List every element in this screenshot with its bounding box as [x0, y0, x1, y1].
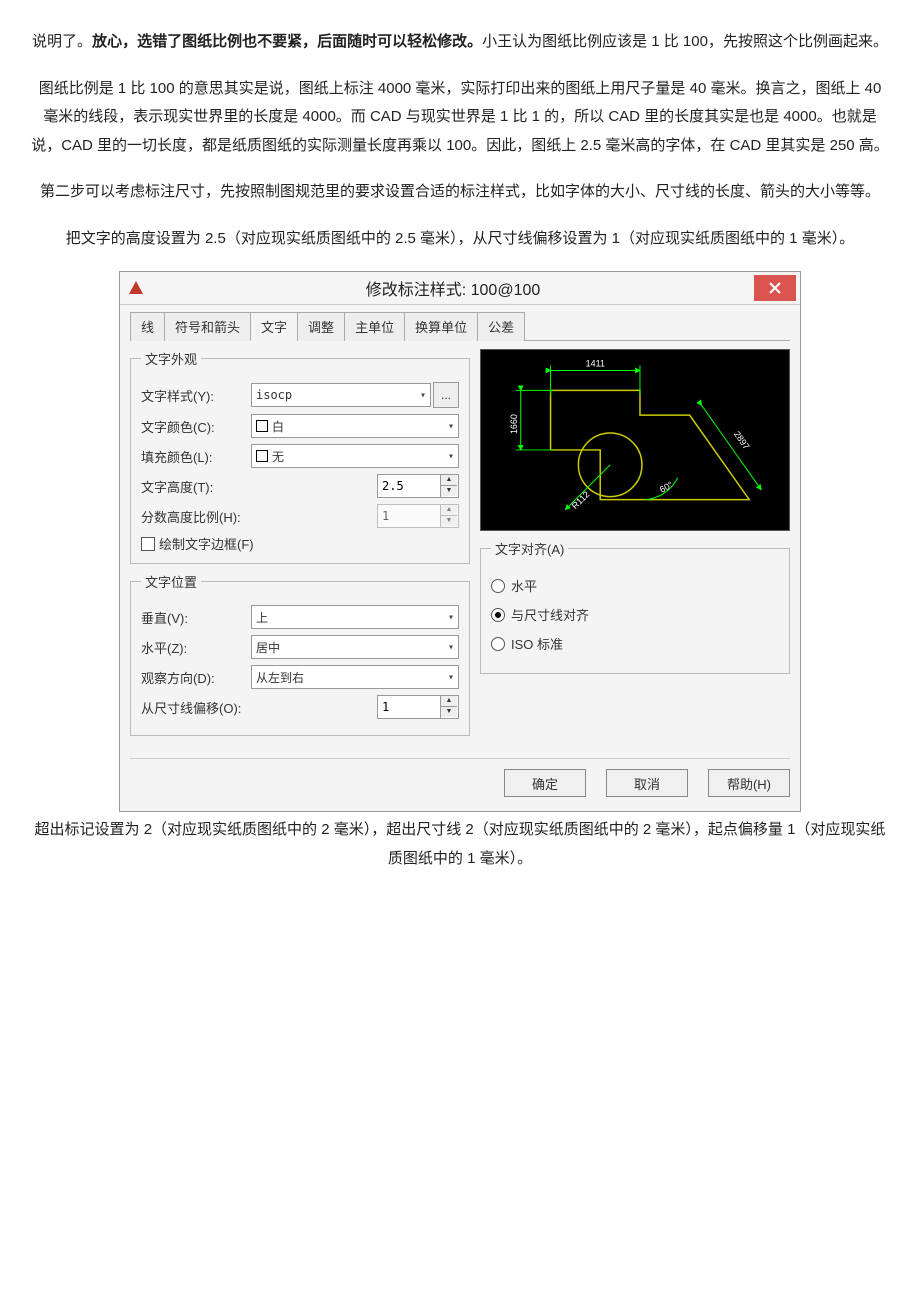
radio-aligned[interactable]: 与尺寸线对齐	[491, 605, 779, 624]
chevron-down-icon: ▾	[448, 642, 454, 653]
legend-appearance: 文字外观	[141, 349, 201, 368]
label-text-height: 文字高度(T):	[141, 477, 251, 496]
label-offset: 从尺寸线偏移(O):	[141, 698, 271, 717]
tab-strip: 线 符号和箭头 文字 调整 主单位 换算单位 公差	[130, 311, 790, 341]
group-text-align: 文字对齐(A) 水平 与尺寸线对齐 ISO 标准	[480, 539, 790, 674]
label-view-dir: 观察方向(D):	[141, 668, 251, 687]
paragraph-1: 说明了。放心，选错了图纸比例也不要紧，后面随时可以轻松修改。小王认为图纸比例应该…	[30, 28, 890, 57]
dimstyle-dialog: 修改标注样式: 100@100 线 符号和箭头 文字 调整 主单位 换算单位 公…	[119, 271, 801, 812]
label-frac-scale: 分数高度比例(H):	[141, 507, 271, 526]
combo-text-color[interactable]: 白 ▾	[251, 414, 459, 438]
color-swatch-icon	[256, 450, 268, 462]
label-text-style: 文字样式(Y):	[141, 386, 251, 405]
radio-icon	[491, 637, 505, 651]
label-vertical: 垂直(V):	[141, 608, 251, 627]
legend-align: 文字对齐(A)	[491, 539, 568, 558]
combo-fill-color[interactable]: 无 ▾	[251, 444, 459, 468]
p1-bold: 放心，选错了图纸比例也不要紧，后面随时可以轻松修改。	[92, 33, 482, 50]
combo-view-dir-value: 从左到右	[256, 669, 304, 686]
combo-fill-color-value: 无	[272, 448, 284, 465]
dim-top: 1411	[586, 358, 605, 368]
spin-up-icon[interactable]: ▲	[441, 505, 457, 516]
paragraph-3: 第二步可以考虑标注尺寸，先按照制图规范里的要求设置合适的标注样式，比如字体的大小…	[30, 178, 890, 207]
tab-line[interactable]: 线	[130, 312, 165, 341]
tab-text[interactable]: 文字	[250, 312, 298, 341]
combo-view-dir[interactable]: 从左到右 ▾	[251, 665, 459, 689]
combo-vertical-value: 上	[256, 609, 268, 626]
spin-down-icon[interactable]: ▼	[441, 516, 457, 526]
cancel-button[interactable]: 取消	[606, 769, 688, 797]
text-style-browse-button[interactable]: ...	[433, 382, 459, 408]
group-text-appearance: 文字外观 文字样式(Y): isocp ▾ ... 文字颜色(C):	[130, 349, 470, 564]
group-text-position: 文字位置 垂直(V): 上 ▾ 水平(Z):	[130, 572, 470, 736]
radio-aligned-label: 与尺寸线对齐	[511, 605, 589, 624]
radio-icon	[491, 608, 505, 622]
spin-offset[interactable]: ▲▼	[377, 695, 459, 719]
dialog-button-row: 确定 取消 帮助(H)	[130, 758, 790, 797]
radio-icon	[491, 579, 505, 593]
p1-prefix: 说明了。	[32, 33, 92, 50]
tab-main-unit[interactable]: 主单位	[344, 312, 405, 341]
chevron-down-icon: ▾	[420, 390, 426, 401]
checkbox-draw-frame-label: 绘制文字边框(F)	[159, 534, 254, 553]
chevron-down-icon: ▾	[448, 421, 454, 432]
titlebar: 修改标注样式: 100@100	[120, 272, 800, 305]
checkbox-icon	[141, 537, 155, 551]
help-button[interactable]: 帮助(H)	[708, 769, 790, 797]
paragraph-2: 图纸比例是 1 比 100 的意思其实是说，图纸上标注 4000 毫米，实际打印…	[30, 75, 890, 161]
label-text-color: 文字颜色(C):	[141, 417, 251, 436]
paragraph-4: 把文字的高度设置为 2.5（对应现实纸质图纸中的 2.5 毫米），从尺寸线偏移设…	[30, 225, 890, 254]
spin-down-icon[interactable]: ▼	[441, 707, 457, 717]
tab-alt-unit[interactable]: 换算单位	[404, 312, 478, 341]
chevron-down-icon: ▾	[448, 612, 454, 623]
spin-up-icon[interactable]: ▲	[441, 696, 457, 707]
combo-text-color-value: 白	[272, 418, 284, 435]
chevron-down-icon: ▾	[448, 451, 454, 462]
checkbox-draw-frame[interactable]: 绘制文字边框(F)	[141, 534, 459, 553]
figure-caption: 超出标记设置为 2（对应现实纸质图纸中的 2 毫米），超出尺寸线 2（对应现实纸…	[30, 816, 890, 873]
dim-angle: 60°	[658, 479, 675, 495]
spin-frac-scale[interactable]: ▲▼	[377, 504, 459, 528]
dim-diag: 2897	[732, 429, 752, 451]
label-fill-color: 填充颜色(L):	[141, 447, 251, 466]
tab-tolerance[interactable]: 公差	[477, 312, 525, 341]
dialog-title: 修改标注样式: 100@100	[152, 276, 754, 300]
combo-horizontal[interactable]: 居中 ▾	[251, 635, 459, 659]
radio-horizontal-label: 水平	[511, 576, 537, 595]
combo-text-style[interactable]: isocp ▾	[251, 383, 431, 407]
legend-position: 文字位置	[141, 572, 201, 591]
radio-iso-label: ISO 标准	[511, 634, 563, 653]
radio-horizontal[interactable]: 水平	[491, 576, 779, 595]
spin-text-height[interactable]: ▲▼	[377, 474, 459, 498]
label-horizontal: 水平(Z):	[141, 638, 251, 657]
close-button[interactable]	[754, 275, 796, 301]
dim-radius: R112	[570, 489, 592, 511]
input-frac-scale[interactable]	[378, 505, 440, 527]
ok-button[interactable]: 确定	[504, 769, 586, 797]
color-swatch-icon	[256, 420, 268, 432]
radio-iso[interactable]: ISO 标准	[491, 634, 779, 653]
spin-up-icon[interactable]: ▲	[441, 475, 457, 486]
input-offset[interactable]	[378, 696, 440, 718]
combo-horizontal-value: 居中	[256, 639, 280, 656]
combo-text-style-value: isocp	[256, 388, 292, 402]
dimension-preview: 1411 1660 2897 60° R11	[480, 349, 790, 531]
spin-down-icon[interactable]: ▼	[441, 486, 457, 496]
chevron-down-icon: ▾	[448, 672, 454, 683]
dim-left: 1660	[509, 414, 519, 434]
tab-symbol-arrow[interactable]: 符号和箭头	[164, 312, 251, 341]
tab-adjust[interactable]: 调整	[297, 312, 345, 341]
combo-vertical[interactable]: 上 ▾	[251, 605, 459, 629]
app-icon	[128, 280, 144, 296]
input-text-height[interactable]	[378, 475, 440, 497]
p1-suffix: 小王认为图纸比例应该是 1 比 100，先按照这个比例画起来。	[482, 33, 888, 50]
